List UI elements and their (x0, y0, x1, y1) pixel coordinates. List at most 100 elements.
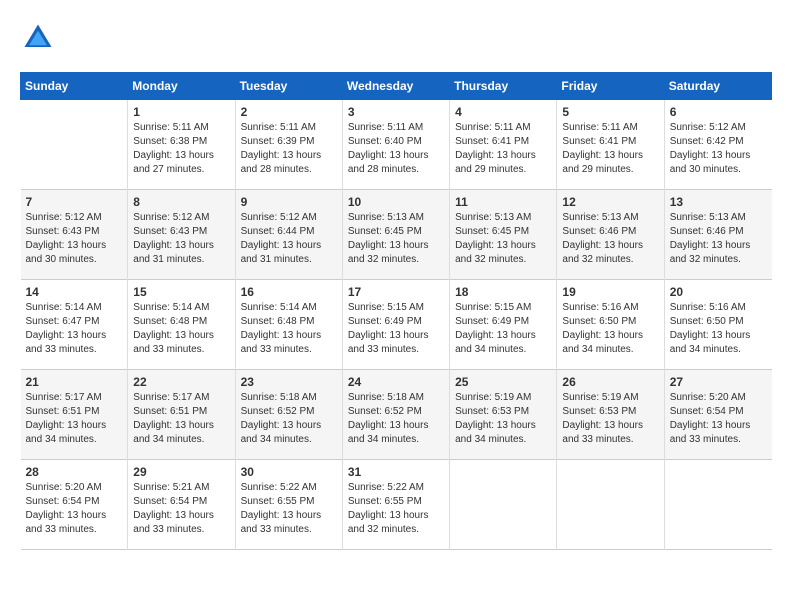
calendar-cell (21, 100, 128, 190)
weekday-header-thursday: Thursday (450, 73, 557, 100)
calendar-cell: 5Sunrise: 5:11 AM Sunset: 6:41 PM Daylig… (557, 100, 664, 190)
day-info: Sunrise: 5:18 AM Sunset: 6:52 PM Dayligh… (241, 391, 337, 447)
day-number: 26 (562, 375, 658, 389)
calendar-cell: 12 Sunrise: 5:13 AM Sunset: 6:46 PM Dayli… (557, 190, 664, 280)
day-info: Sunrise: 5:13 AM Sunset: 6:45 PM Dayligh… (455, 211, 551, 267)
calendar-cell: 31 Sunrise: 5:22 AM Sunset: 6:55 PM Dayli… (342, 460, 449, 550)
calendar-cell: 7 Sunrise: 5:12 AM Sunset: 6:43 PM Daylig… (21, 190, 128, 280)
weekday-header-tuesday: Tuesday (235, 73, 342, 100)
calendar-cell: 10 Sunrise: 5:13 AM Sunset: 6:45 PM Dayli… (342, 190, 449, 280)
calendar-cell: 15 Sunrise: 5:14 AM Sunset: 6:48 PM Dayli… (128, 280, 235, 370)
day-number: 12 (562, 195, 658, 209)
day-number: 30 (241, 465, 337, 479)
day-number: 2 (241, 105, 337, 119)
weekday-header-friday: Friday (557, 73, 664, 100)
logo (20, 20, 60, 56)
day-info: Sunrise: 5:15 AM Sunset: 6:49 PM Dayligh… (455, 301, 551, 357)
day-number: 6 (670, 105, 767, 119)
weekday-header-wednesday: Wednesday (342, 73, 449, 100)
day-info: Sunrise: 5:16 AM Sunset: 6:50 PM Dayligh… (562, 301, 658, 357)
day-number: 16 (241, 285, 337, 299)
week-row-1: 1 Sunrise: 5:11 AM Sunset: 6:38 PM Daylig… (21, 100, 772, 190)
calendar-cell: 28 Sunrise: 5:20 AM Sunset: 6:54 PM Dayli… (21, 460, 128, 550)
day-number: 14 (26, 285, 123, 299)
day-number: 20 (670, 285, 767, 299)
day-number: 22 (133, 375, 229, 389)
day-info: Sunrise: 5:12 AM Sunset: 6:42 PM Dayligh… (670, 121, 767, 177)
calendar-cell (450, 460, 557, 550)
day-info: Sunrise: 5:22 AM Sunset: 6:55 PM Dayligh… (241, 481, 337, 537)
calendar-cell: 20 Sunrise: 5:16 AM Sunset: 6:50 PM Dayli… (664, 280, 771, 370)
calendar-cell: 6 Sunrise: 5:12 AM Sunset: 6:42 PM Daylig… (664, 100, 771, 190)
day-info: Sunrise: 5:13 AM Sunset: 6:46 PM Dayligh… (562, 211, 658, 267)
day-number: 24 (348, 375, 444, 389)
day-number: 19 (562, 285, 658, 299)
day-info: Sunrise: 5:13 AM Sunset: 6:45 PM Dayligh… (348, 211, 444, 267)
day-number: 27 (670, 375, 767, 389)
calendar-cell: 22Sunrise: 5:17 AM Sunset: 6:51 PM Dayli… (128, 370, 235, 460)
calendar-cell: 8 Sunrise: 5:12 AM Sunset: 6:43 PM Daylig… (128, 190, 235, 280)
day-info: Sunrise: 5:12 AM Sunset: 6:43 PM Dayligh… (133, 211, 229, 267)
day-number: 4 (455, 105, 551, 119)
day-number: 3 (348, 105, 444, 119)
calendar-cell: 24 Sunrise: 5:18 AM Sunset: 6:52 PM Dayli… (342, 370, 449, 460)
day-info: Sunrise: 5:20 AM Sunset: 6:54 PM Dayligh… (670, 391, 767, 447)
day-number: 18 (455, 285, 551, 299)
day-info: Sunrise: 5:22 AM Sunset: 6:55 PM Dayligh… (348, 481, 444, 537)
day-number: 8 (133, 195, 229, 209)
day-info: Sunrise: 5:20 AM Sunset: 6:54 PM Dayligh… (26, 481, 123, 537)
weekday-header-saturday: Saturday (664, 73, 771, 100)
calendar-cell: 4Sunrise: 5:11 AM Sunset: 6:41 PM Daylig… (450, 100, 557, 190)
day-number: 9 (241, 195, 337, 209)
weekday-header-sunday: Sunday (21, 73, 128, 100)
day-info: Sunrise: 5:15 AM Sunset: 6:49 PM Dayligh… (348, 301, 444, 357)
day-info: Sunrise: 5:11 AM Sunset: 6:39 PM Dayligh… (241, 121, 337, 177)
calendar-cell: 25 Sunrise: 5:19 AM Sunset: 6:53 PM Dayli… (450, 370, 557, 460)
calendar-cell (557, 460, 664, 550)
day-info: Sunrise: 5:14 AM Sunset: 6:47 PM Dayligh… (26, 301, 123, 357)
week-row-4: 21 Sunrise: 5:17 AM Sunset: 6:51 PM Dayli… (21, 370, 772, 460)
day-info: Sunrise: 5:19 AM Sunset: 6:53 PM Dayligh… (455, 391, 551, 447)
calendar-cell: 11 Sunrise: 5:13 AM Sunset: 6:45 PM Dayli… (450, 190, 557, 280)
calendar-cell: 9 Sunrise: 5:12 AM Sunset: 6:44 PM Daylig… (235, 190, 342, 280)
day-number: 31 (348, 465, 444, 479)
calendar-cell: 14 Sunrise: 5:14 AM Sunset: 6:47 PM Dayli… (21, 280, 128, 370)
calendar-cell: 2 Sunrise: 5:11 AM Sunset: 6:39 PM Daylig… (235, 100, 342, 190)
week-row-5: 28 Sunrise: 5:20 AM Sunset: 6:54 PM Dayli… (21, 460, 772, 550)
calendar-cell: 21 Sunrise: 5:17 AM Sunset: 6:51 PM Dayli… (21, 370, 128, 460)
calendar-cell: 16 Sunrise: 5:14 AM Sunset: 6:48 PM Dayli… (235, 280, 342, 370)
day-number: 13 (670, 195, 767, 209)
week-row-3: 14 Sunrise: 5:14 AM Sunset: 6:47 PM Dayli… (21, 280, 772, 370)
day-number: 23 (241, 375, 337, 389)
day-info: Sunrise: 5:14 AM Sunset: 6:48 PM Dayligh… (241, 301, 337, 357)
logo-icon (20, 20, 56, 56)
calendar-cell: 17 Sunrise: 5:15 AM Sunset: 6:49 PM Dayli… (342, 280, 449, 370)
day-info: Sunrise: 5:11 AM Sunset: 6:41 PM Dayligh… (562, 121, 658, 177)
day-info: Sunrise: 5:21 AM Sunset: 6:54 PM Dayligh… (133, 481, 229, 537)
calendar-cell: 13Sunrise: 5:13 AM Sunset: 6:46 PM Dayli… (664, 190, 771, 280)
day-number: 1 (133, 105, 229, 119)
day-number: 17 (348, 285, 444, 299)
day-info: Sunrise: 5:12 AM Sunset: 6:43 PM Dayligh… (26, 211, 123, 267)
day-info: Sunrise: 5:16 AM Sunset: 6:50 PM Dayligh… (670, 301, 767, 357)
day-number: 15 (133, 285, 229, 299)
day-info: Sunrise: 5:11 AM Sunset: 6:40 PM Dayligh… (348, 121, 444, 177)
day-number: 21 (26, 375, 123, 389)
calendar-cell: 23 Sunrise: 5:18 AM Sunset: 6:52 PM Dayli… (235, 370, 342, 460)
calendar-cell: 3 Sunrise: 5:11 AM Sunset: 6:40 PM Daylig… (342, 100, 449, 190)
day-info: Sunrise: 5:11 AM Sunset: 6:38 PM Dayligh… (133, 121, 229, 177)
calendar-cell: 26Sunrise: 5:19 AM Sunset: 6:53 PM Dayli… (557, 370, 664, 460)
day-number: 7 (26, 195, 123, 209)
day-number: 29 (133, 465, 229, 479)
week-row-2: 7 Sunrise: 5:12 AM Sunset: 6:43 PM Daylig… (21, 190, 772, 280)
day-info: Sunrise: 5:14 AM Sunset: 6:48 PM Dayligh… (133, 301, 229, 357)
day-number: 25 (455, 375, 551, 389)
day-number: 28 (26, 465, 123, 479)
day-info: Sunrise: 5:12 AM Sunset: 6:44 PM Dayligh… (241, 211, 337, 267)
calendar-cell: 30 Sunrise: 5:22 AM Sunset: 6:55 PM Dayli… (235, 460, 342, 550)
calendar-cell (664, 460, 771, 550)
day-info: Sunrise: 5:18 AM Sunset: 6:52 PM Dayligh… (348, 391, 444, 447)
day-number: 11 (455, 195, 551, 209)
day-info: Sunrise: 5:17 AM Sunset: 6:51 PM Dayligh… (26, 391, 123, 447)
day-number: 10 (348, 195, 444, 209)
